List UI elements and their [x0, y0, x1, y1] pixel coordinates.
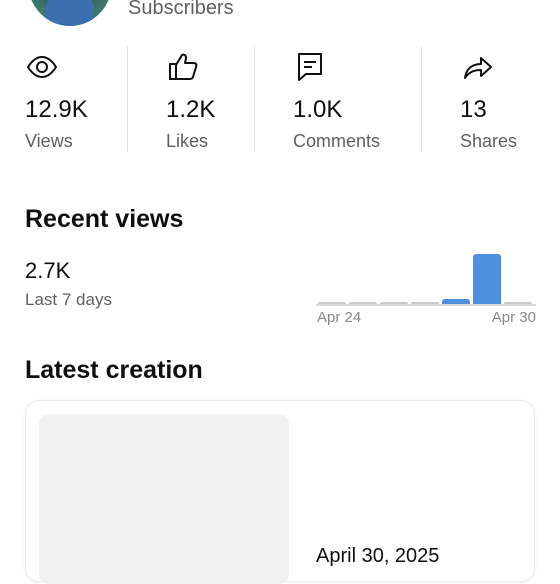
chart-bar	[504, 302, 533, 304]
chart-baseline	[316, 304, 536, 306]
latest-creation-heading: Latest creation	[25, 356, 203, 384]
recent-views-value: 2.7K	[25, 258, 71, 283]
views-label: Views	[25, 131, 73, 151]
chart-bar	[317, 302, 346, 304]
creation-date: April 30, 2025	[316, 545, 440, 567]
avatar-body	[46, 0, 94, 26]
comment-icon	[298, 53, 322, 81]
share-icon	[464, 57, 492, 79]
recent-views-heading: Recent views	[25, 205, 184, 233]
chart-bar	[442, 299, 471, 304]
shares-label: Shares	[460, 131, 518, 151]
chart-bar	[473, 254, 502, 304]
subscribers-label: Subscribers	[128, 0, 234, 19]
chart-tick-label: Apr 30	[491, 309, 536, 326]
chart-tick-label: Apr 24	[317, 309, 362, 326]
stats-row: 12.9K Views 1.2K Likes 1.0K Comments 13 …	[0, 44, 560, 154]
stat-divider	[254, 46, 255, 152]
views-value: 12.9K	[25, 96, 88, 123]
likes-label: Likes	[166, 131, 209, 151]
chart-bar	[348, 302, 377, 304]
shares-value: 13	[460, 96, 487, 123]
channel-avatar[interactable]	[28, 0, 112, 26]
comments-label: Comments	[293, 131, 381, 151]
stat-divider	[421, 46, 422, 152]
thumbs-up-icon	[169, 53, 198, 80]
latest-creation-card[interactable]: April 30, 2025	[25, 400, 535, 584]
chart-bar	[379, 302, 408, 304]
recent-views-period: Last 7 days	[25, 290, 112, 309]
likes-value: 1.2K	[166, 96, 216, 123]
chart-bar	[410, 302, 440, 304]
comments-value: 1.0K	[293, 96, 343, 123]
recent-views-chart: Apr 24 Apr 30	[316, 248, 536, 328]
eye-icon	[26, 55, 58, 79]
video-thumbnail[interactable]	[39, 414, 289, 584]
stat-divider	[127, 46, 128, 152]
